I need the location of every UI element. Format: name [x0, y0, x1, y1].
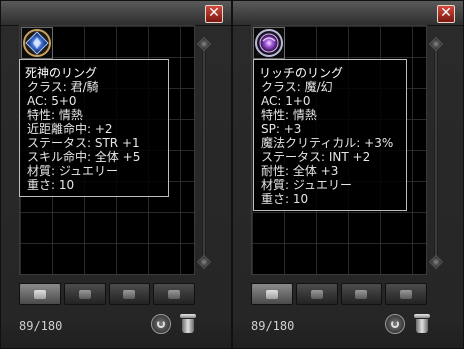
item-stat-melee-hit: 近距離命中: +2 — [27, 122, 113, 136]
sort-button[interactable] — [151, 314, 171, 334]
item-stat-material: 材質: ジュエリー — [261, 178, 353, 192]
item-stat-skill-hit: スキル命中: 全体 +5 — [27, 150, 141, 164]
armor-tab-icon — [78, 289, 91, 299]
item-slot-ring[interactable] — [21, 27, 53, 59]
misc-tab-icon — [168, 289, 181, 299]
inventory-window-right: ✕ リッチのリング クラス: 魔/幻 AC: 1+0 特性: 情熱 SP: +3… — [232, 0, 464, 349]
scrollbar[interactable] — [428, 36, 444, 270]
scroll-down-knob[interactable] — [196, 254, 212, 270]
item-stat-magic-crit: 魔法クリティカル: +3% — [261, 136, 394, 150]
scroll-tab[interactable] — [108, 283, 151, 305]
scroll-tab-icon — [123, 289, 136, 299]
scroll-up-knob[interactable] — [428, 36, 444, 52]
inventory-tabs — [19, 283, 195, 305]
scroll-tab-icon — [355, 289, 368, 299]
item-name: リッチのリング — [259, 66, 344, 80]
item-stat-trait: 特性: 情熱 — [27, 108, 83, 122]
trash-icon — [180, 314, 196, 318]
armor-tab-icon — [310, 289, 323, 299]
scroll-tab[interactable] — [340, 283, 383, 305]
trash-button[interactable] — [179, 313, 197, 335]
item-stat-weight: 重さ: 10 — [27, 178, 75, 192]
lich-ring-icon — [255, 29, 283, 57]
trash-icon — [414, 314, 430, 318]
close-button[interactable]: ✕ — [205, 5, 223, 23]
item-name: 死神のリング — [25, 66, 98, 80]
window-title-bar — [1, 1, 231, 26]
item-stat-class: クラス: 魔/幻 — [261, 80, 333, 94]
inventory-comparison: ✕ 死神のリング クラス: 君/騎 AC: 5+0 特性: 情熱 近距離命中: … — [0, 0, 464, 349]
item-stat-sp: SP: +3 — [261, 122, 302, 136]
item-tooltip: 死神のリング クラス: 君/騎 AC: 5+0 特性: 情熱 近距離命中: +2… — [19, 59, 169, 197]
potion-tab[interactable] — [19, 283, 61, 305]
inventory-window-left: ✕ 死神のリング クラス: 君/騎 AC: 5+0 特性: 情熱 近距離命中: … — [0, 0, 232, 349]
item-stat-status: ステータス: INT +2 — [261, 150, 371, 164]
scroll-track[interactable] — [434, 49, 438, 257]
death-ring-icon — [23, 29, 51, 57]
misc-tab[interactable] — [153, 283, 195, 305]
item-stat-resist: 耐性: 全体 +3 — [261, 164, 339, 178]
window-title-bar — [233, 1, 463, 26]
scroll-track[interactable] — [202, 49, 206, 257]
potion-tab-icon — [33, 289, 46, 299]
item-stat-status: ステータス: STR +1 — [27, 136, 140, 150]
item-slot-ring[interactable] — [253, 27, 285, 59]
potion-tab[interactable] — [251, 283, 293, 305]
misc-tab[interactable] — [385, 283, 427, 305]
scrollbar[interactable] — [196, 36, 212, 270]
item-tooltip: リッチのリング クラス: 魔/幻 AC: 1+0 特性: 情熱 SP: +3 魔… — [253, 59, 407, 211]
item-stat-weight: 重さ: 10 — [261, 192, 309, 206]
armor-tab[interactable] — [295, 283, 338, 305]
item-stat-material: 材質: ジュエリー — [27, 164, 119, 178]
armor-tab[interactable] — [63, 283, 106, 305]
close-button[interactable]: ✕ — [437, 5, 455, 23]
weight-counter: 89/180 — [19, 319, 63, 333]
trash-button[interactable] — [413, 313, 431, 335]
item-stat-class: クラス: 君/騎 — [27, 80, 99, 94]
scroll-down-knob[interactable] — [428, 254, 444, 270]
weight-counter: 89/180 — [251, 319, 295, 333]
sort-button[interactable] — [385, 314, 405, 334]
item-stat-ac: AC: 1+0 — [261, 94, 311, 108]
inventory-tabs — [251, 283, 427, 305]
scroll-up-knob[interactable] — [196, 36, 212, 52]
misc-tab-icon — [400, 289, 413, 299]
item-stat-ac: AC: 5+0 — [27, 94, 77, 108]
potion-tab-icon — [265, 289, 278, 299]
item-stat-trait: 特性: 情熱 — [261, 108, 317, 122]
